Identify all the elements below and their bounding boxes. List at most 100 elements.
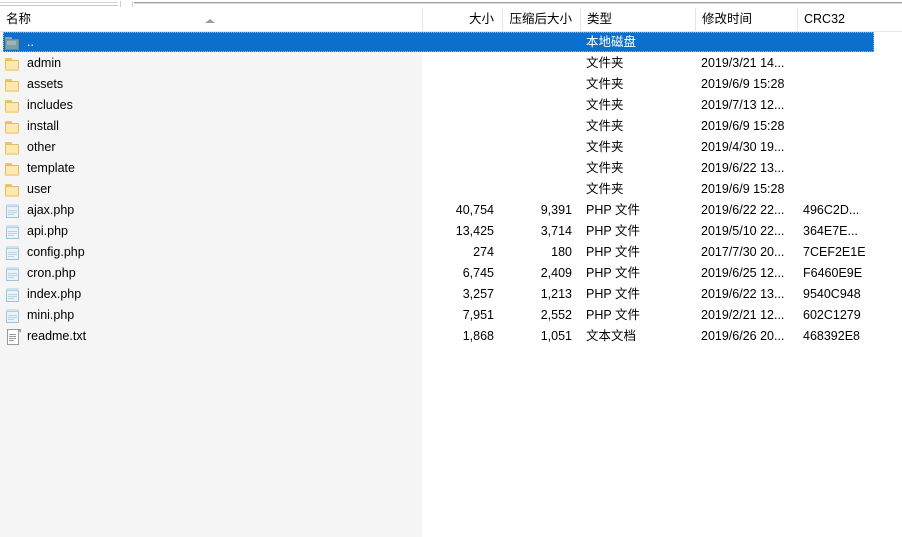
file-name-label: admin	[27, 56, 62, 70]
file-list-row[interactable]: ajax.php 40,754 9,391 PHP 文件 2019/6/22 22...…	[0, 200, 902, 221]
column-header-label: 修改时间	[702, 12, 753, 26]
folder-icon	[5, 161, 21, 177]
file-name-label: ..	[27, 35, 34, 49]
cell-size	[422, 158, 502, 179]
cell-name[interactable]: includes	[0, 95, 420, 116]
php-file-icon	[5, 224, 21, 240]
cell-modified: 2019/6/25 12...	[701, 266, 785, 280]
cell-packedsize: 1,051	[540, 329, 572, 343]
cell-size: 274	[473, 245, 494, 259]
cell-name[interactable]: other	[0, 137, 420, 158]
cell-type: PHP 文件	[586, 245, 640, 259]
file-list-row[interactable]: admin 文件夹 2019/3/21 14...	[0, 53, 902, 74]
cell-modified: 2019/6/9 15:28	[701, 77, 785, 91]
cell-name[interactable]: cron.php	[0, 263, 420, 284]
folder-icon	[5, 98, 21, 114]
cell-crc32	[797, 116, 902, 137]
folder-icon	[5, 119, 21, 135]
cell-type: PHP 文件	[586, 308, 640, 322]
cell-type: 文本文档	[586, 329, 637, 343]
cell-crc32: 9540C948	[803, 287, 861, 301]
php-file-icon	[5, 287, 21, 303]
file-list-row[interactable]: .. 本地磁盘	[0, 32, 902, 53]
toolbar-divider-right-lower	[134, 3, 902, 4]
cell-crc32: 364E7E...	[803, 224, 858, 238]
cell-packedsize	[502, 158, 580, 179]
cell-name[interactable]: user	[0, 179, 420, 200]
cell-size: 3,257	[462, 287, 494, 301]
file-list-row[interactable]: install 文件夹 2019/6/9 15:28	[0, 116, 902, 137]
file-name-label: index.php	[27, 287, 82, 301]
cell-packedsize: 2,409	[540, 266, 572, 280]
column-header-packedsize[interactable]: 压缩后大小	[502, 8, 580, 31]
file-name-label: mini.php	[27, 308, 75, 322]
cell-size: 6,745	[462, 266, 494, 280]
cell-name[interactable]: config.php	[0, 242, 420, 263]
cell-type: 文件夹	[586, 77, 624, 91]
cell-modified: 2019/5/10 22...	[701, 224, 785, 238]
column-header-label: 类型	[587, 12, 613, 26]
cell-modified: 2019/6/22 13...	[701, 287, 785, 301]
file-name-label: assets	[27, 77, 64, 91]
column-header-label: CRC32	[804, 12, 845, 26]
file-list-row[interactable]: includes 文件夹 2019/7/13 12...	[0, 95, 902, 116]
cell-name[interactable]: ajax.php	[0, 200, 420, 221]
cell-packedsize	[502, 116, 580, 137]
cell-name[interactable]: assets	[0, 74, 420, 95]
file-list-row[interactable]: cron.php 6,745 2,409 PHP 文件 2019/6/25 12... F…	[0, 263, 902, 284]
cell-name[interactable]: install	[0, 116, 420, 137]
cell-name[interactable]: mini.php	[0, 305, 420, 326]
cell-size	[422, 137, 502, 158]
cell-size: 13,425	[455, 224, 494, 238]
file-list-row[interactable]: index.php 3,257 1,213 PHP 文件 2019/6/22 13...…	[0, 284, 902, 305]
file-list-row[interactable]: api.php 13,425 3,714 PHP 文件 2019/5/10 22... 3…	[0, 221, 902, 242]
column-header-label: 压缩后大小	[509, 12, 572, 26]
cell-name[interactable]: readme.txt	[0, 326, 420, 347]
cell-modified	[695, 32, 797, 53]
toolbar-divider-left-upper	[0, 2, 118, 3]
file-list[interactable]: .. 本地磁盘 admin 文件夹 2019/3/21 14... assets 文件夹 20…	[0, 32, 902, 537]
pane-splitter-grip[interactable]	[120, 1, 133, 7]
file-list-row[interactable]: readme.txt 1,868 1,051 文本文档 2019/6/26 20... 4…	[0, 326, 902, 347]
file-list-row[interactable]: config.php 274 180 PHP 文件 2017/7/30 20... 7CE…	[0, 242, 902, 263]
txt-file-icon	[5, 328, 21, 345]
cell-name[interactable]: api.php	[0, 221, 420, 242]
cell-crc32	[797, 95, 902, 116]
parent-folder-icon	[5, 35, 21, 51]
cell-crc32	[797, 74, 902, 95]
cell-size	[422, 32, 502, 53]
column-header-name[interactable]: 名称	[0, 8, 422, 31]
file-name-label: other	[27, 140, 56, 154]
cell-modified: 2019/6/26 20...	[701, 329, 785, 343]
cell-name[interactable]: admin	[0, 53, 420, 74]
column-header-modified[interactable]: 修改时间	[695, 8, 797, 31]
file-name-label: includes	[27, 98, 73, 112]
cell-size	[422, 74, 502, 95]
cell-type: 本地磁盘	[586, 35, 637, 49]
cell-type: 文件夹	[586, 140, 624, 154]
column-header-type[interactable]: 类型	[580, 8, 695, 31]
cell-size: 1,868	[462, 329, 494, 343]
cell-packedsize: 180	[551, 245, 572, 259]
cell-type: 文件夹	[586, 182, 624, 196]
column-header-crc32[interactable]: CRC32	[797, 8, 902, 31]
cell-packedsize	[502, 53, 580, 74]
file-list-row[interactable]: template 文件夹 2019/6/22 13...	[0, 158, 902, 179]
cell-modified: 2019/2/21 12...	[701, 308, 785, 322]
file-list-row[interactable]: assets 文件夹 2019/6/9 15:28	[0, 74, 902, 95]
cell-name[interactable]: index.php	[0, 284, 420, 305]
cell-type: PHP 文件	[586, 287, 640, 301]
cell-name[interactable]: ..	[0, 32, 420, 53]
cell-type: 文件夹	[586, 119, 624, 133]
cell-name[interactable]: template	[0, 158, 420, 179]
cell-crc32: 602C1279	[803, 308, 861, 322]
cell-modified: 2019/6/9 15:28	[701, 119, 785, 133]
file-list-row[interactable]: mini.php 7,951 2,552 PHP 文件 2019/2/21 12... 6…	[0, 305, 902, 326]
file-list-row[interactable]: other 文件夹 2019/4/30 19...	[0, 137, 902, 158]
column-header-label: 名称	[6, 12, 32, 26]
file-list-row[interactable]: user 文件夹 2019/6/9 15:28	[0, 179, 902, 200]
cell-size: 40,754	[455, 203, 494, 217]
cell-type: PHP 文件	[586, 224, 640, 238]
folder-icon	[5, 182, 21, 198]
column-header-size[interactable]: 大小	[422, 8, 502, 31]
